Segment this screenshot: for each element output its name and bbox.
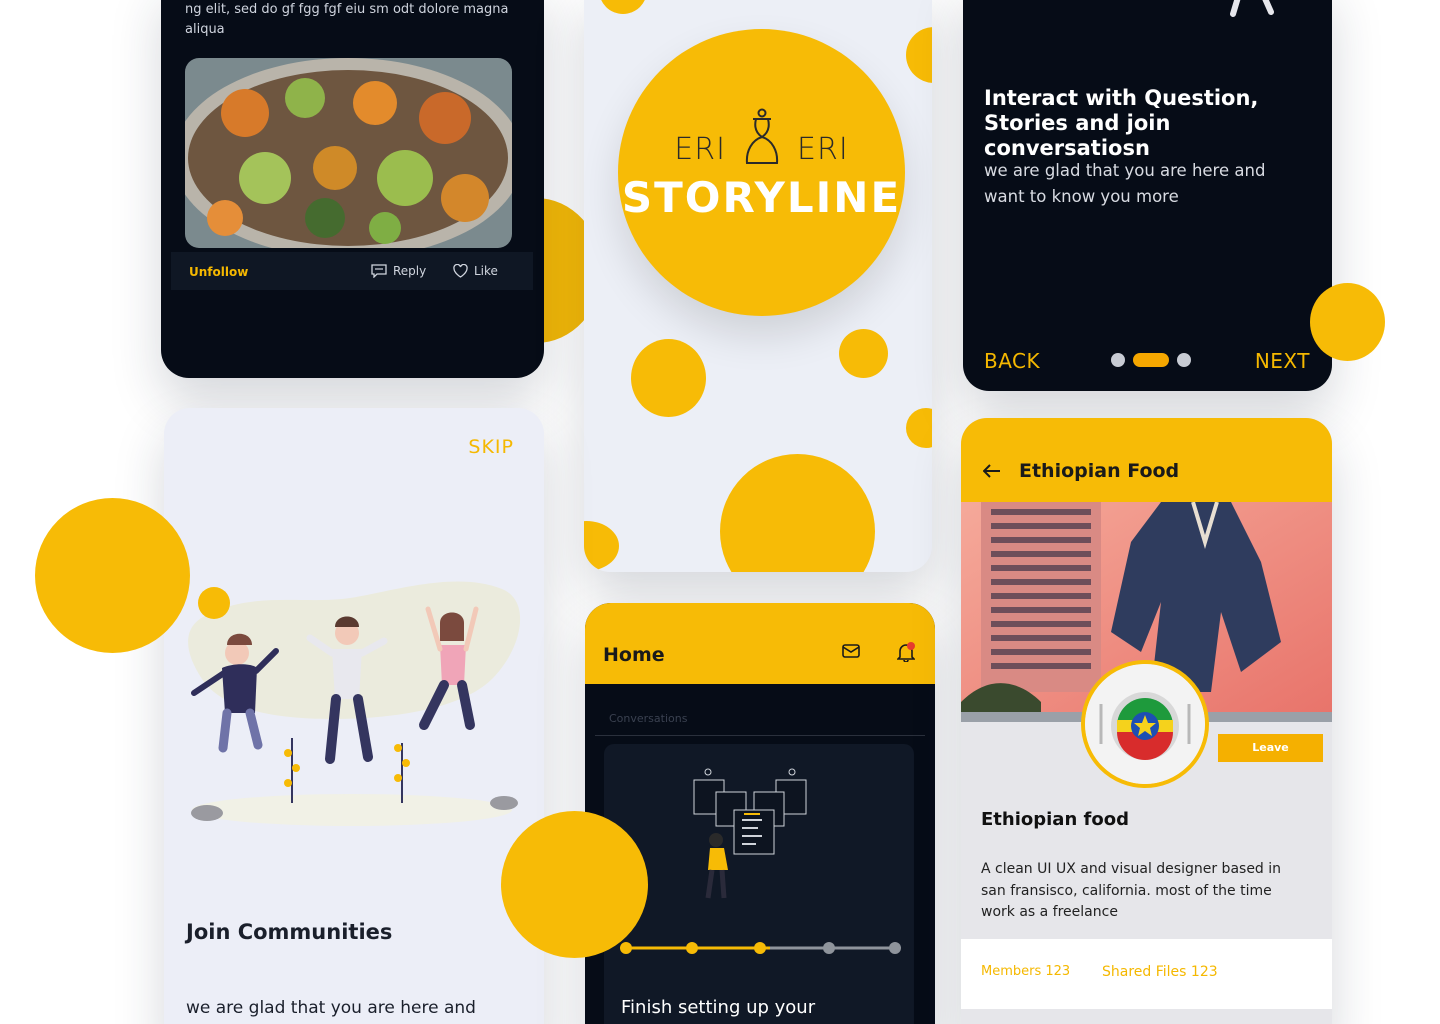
section-label: Conversations: [609, 712, 688, 725]
decor-circle: [906, 27, 932, 83]
illustration-figure: [1230, 0, 1274, 17]
setup-progress: [620, 942, 901, 954]
group-screen: Ethiopian Food Leave Ethiopian food A cl…: [961, 418, 1332, 1024]
files-count: 123: [1190, 964, 1218, 980]
reply-icon: [371, 264, 387, 278]
brand-right: ERI: [797, 132, 849, 167]
unfollow-button[interactable]: Unfollow: [189, 265, 248, 279]
brand-left: ERI: [674, 132, 726, 167]
decor-circle: [1310, 283, 1385, 361]
decor-circle: [906, 408, 932, 448]
members-count: 123: [1045, 964, 1071, 979]
members-stat[interactable]: Members 123: [981, 964, 1070, 979]
like-label: Like: [474, 264, 498, 278]
onboarding-join-screen: SKIP Join Communities we are glad that y…: [164, 408, 544, 1024]
leave-button[interactable]: Leave: [1218, 734, 1323, 762]
logo-circle: ERI ERI STORYLINE: [618, 29, 905, 316]
group-description: A clean UI UX and visual designer based …: [981, 861, 1282, 920]
back-button[interactable]: BACK: [984, 349, 1040, 373]
decor-circle: [35, 498, 190, 653]
files-label: Shared Files: [1102, 964, 1187, 980]
setup-illustration: [693, 768, 807, 899]
top-bar: Home: [585, 603, 935, 684]
divider: [595, 735, 925, 736]
like-button[interactable]: Like: [453, 264, 498, 278]
members-label: Members: [981, 964, 1042, 979]
reply-label: Reply: [393, 264, 427, 278]
splash-screen: ERI ERI STORYLINE: [584, 0, 932, 572]
page-dot-2[interactable]: [1133, 353, 1169, 367]
bell-icon[interactable]: [897, 642, 915, 662]
onboarding-title: Interact with Question, Stories and join…: [984, 86, 1259, 160]
decor-circle: [599, 0, 647, 14]
kettle-logo-icon: [745, 108, 778, 164]
back-arrow-icon[interactable]: [983, 464, 1001, 478]
decor-circle: [720, 454, 875, 572]
group-name: Ethiopian food: [981, 809, 1129, 830]
group-title: Ethiopian Food: [1019, 460, 1180, 482]
skip-button[interactable]: SKIP: [468, 436, 514, 458]
page-dot-3[interactable]: [1177, 353, 1191, 367]
page-indicator: [1111, 353, 1191, 367]
group-stats: Members 123 Shared Files 123: [961, 939, 1332, 1009]
group-header: Ethiopian Food: [961, 418, 1332, 502]
shared-files-stat[interactable]: Shared Files 123: [1102, 964, 1218, 980]
reply-button[interactable]: Reply: [371, 264, 426, 278]
page-dot-1[interactable]: [1111, 353, 1125, 367]
setup-text: Finish setting up your: [621, 997, 816, 1018]
post-actions-bar: Unfollow Reply Like: [171, 252, 533, 290]
post-screen: Lorem ipsum dolor sit amet, conse ctetu …: [161, 0, 544, 378]
setup-card[interactable]: [604, 744, 914, 1024]
next-button[interactable]: NEXT: [1255, 349, 1310, 373]
decor-circle: [631, 339, 706, 417]
group-avatar: [1081, 660, 1209, 788]
jumping-people-illustration: [188, 581, 521, 826]
food-image: [185, 58, 512, 248]
page-title: Home: [603, 644, 665, 666]
onboarding-interact-screen: Interact with Question, Stories and join…: [963, 0, 1332, 391]
brand-logo: ERI ERI: [618, 107, 905, 169]
heart-icon: [453, 264, 468, 278]
onboarding-description: we are glad that you are here and want t…: [984, 161, 1266, 206]
decor-circle: [501, 811, 648, 958]
decor-circle: [584, 521, 619, 571]
mockup-stage: Lorem ipsum dolor sit amet, conse ctetu …: [0, 0, 1440, 1024]
mail-icon[interactable]: [842, 643, 860, 659]
home-screen: Home Conversations Finish setting up you…: [585, 603, 935, 1024]
post-text: Lorem ipsum dolor sit amet, conse ctetu …: [185, 2, 509, 37]
onboarding-heading: Join Communities: [186, 920, 393, 944]
onboarding-description: we are glad that you are here and: [186, 998, 476, 1018]
app-title: STORYLINE: [621, 173, 902, 222]
decor-circle: [839, 329, 888, 378]
